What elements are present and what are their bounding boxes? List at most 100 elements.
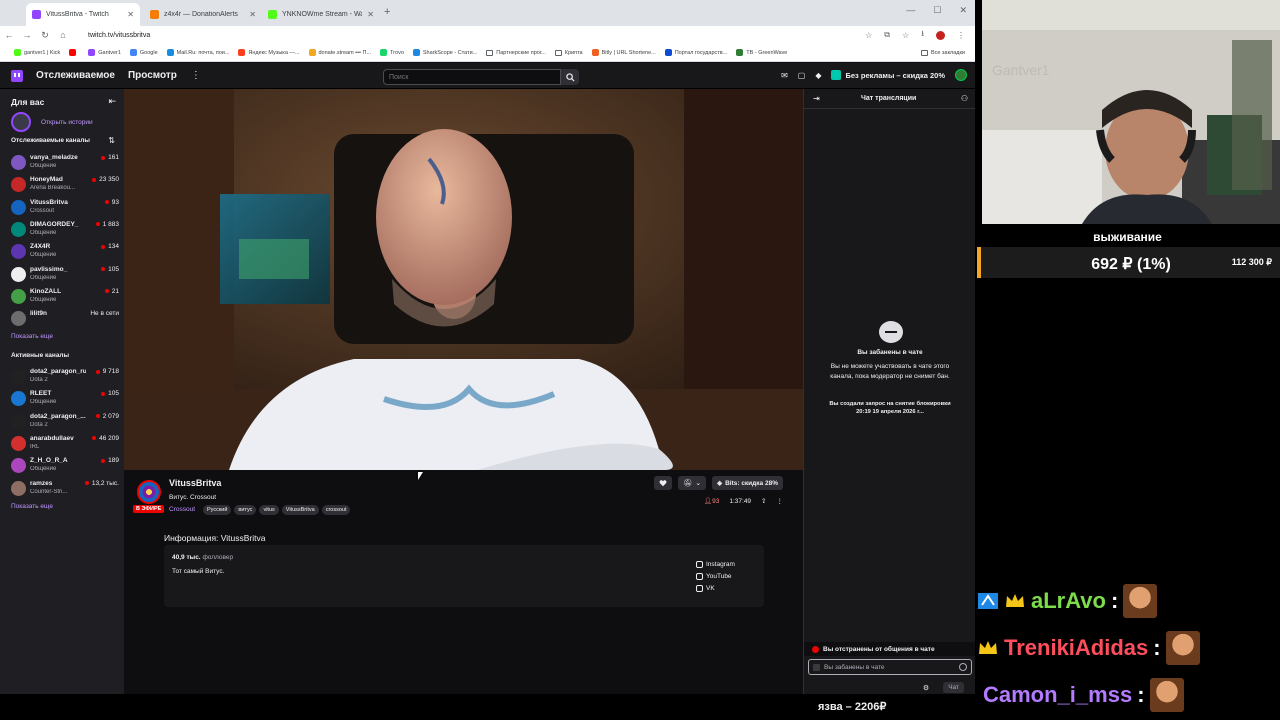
open-stories[interactable]: Открыть истории xyxy=(11,112,93,132)
minimize-icon[interactable]: — xyxy=(906,5,915,16)
sidebar-channel[interactable]: VitussBritva Crossout 93 xyxy=(11,198,119,220)
nav-following[interactable]: Отслеживаемое xyxy=(36,70,115,81)
follow-heart-button[interactable] xyxy=(654,476,673,490)
tag-chip[interactable]: витус xyxy=(234,505,257,515)
bookmark-label: Портал государств... xyxy=(674,49,728,56)
tag-chip[interactable]: Русский xyxy=(203,505,232,515)
bookmark-star-icon[interactable]: ☆ xyxy=(865,31,872,40)
overlay-chat-message: aLrAvo : xyxy=(977,583,1158,619)
bookmark-item[interactable] xyxy=(69,49,79,56)
instagram-link[interactable]: Instagram xyxy=(696,561,735,568)
menu-icon[interactable]: ⋮ xyxy=(957,31,965,40)
bookmark-item[interactable]: gantver1 | Kick xyxy=(14,49,60,56)
stream-title: Витус. Crossout xyxy=(169,494,217,501)
sidebar-channel[interactable]: DIMAGORDEY_ Общение 1 883 xyxy=(11,220,119,242)
inbox-icon[interactable]: ✉ xyxy=(781,71,788,80)
all-bookmarks-label: Все закладки xyxy=(930,49,965,56)
tag-chip[interactable]: VitussBritva xyxy=(281,505,319,515)
channel-name[interactable]: VitussBritva xyxy=(169,478,221,488)
bookmark-item[interactable]: SharkScope - Стати... xyxy=(412,49,477,56)
game-link[interactable]: Crossout xyxy=(169,506,195,513)
collapse-chat-icon[interactable]: ⇥ xyxy=(813,94,820,103)
reload-icon[interactable]: ↻ xyxy=(36,30,54,41)
bookmark-item[interactable]: Trovo xyxy=(380,49,404,56)
sidebar-channel[interactable]: HoneyMad Arena Breakou... 23 350 xyxy=(11,175,119,197)
bookmark-item[interactable]: Mail.Ru: почта, пои... xyxy=(166,49,229,56)
channel-avatar xyxy=(11,244,26,260)
sidebar-channel[interactable]: pavlissimo_ Общение 105 xyxy=(11,265,119,287)
search-input[interactable] xyxy=(383,69,561,85)
close-window-icon[interactable]: ✕ xyxy=(959,5,967,16)
search-button[interactable] xyxy=(561,69,579,85)
sidebar-channel[interactable]: RLEET Общение 105 xyxy=(11,389,119,411)
sidebar-channel[interactable]: lilit9n Не в сети xyxy=(11,309,119,331)
sidebar-channel[interactable]: vanya_meladze Общение 161 xyxy=(11,153,119,175)
youtube-link[interactable]: YouTube xyxy=(696,573,735,580)
chat-input[interactable]: Вы забанены в чате xyxy=(808,659,972,675)
bookmark-item[interactable]: Портал государств... xyxy=(664,49,728,56)
vk-link[interactable]: VK xyxy=(696,585,735,592)
more-menu-icon[interactable]: ⋮ xyxy=(191,70,201,81)
close-tab-icon[interactable]: ✕ xyxy=(127,10,134,19)
url-field[interactable]: twitch.tv/vitussbritva xyxy=(88,32,865,39)
banned-description: Вы не можете участвовать в чате этого ка… xyxy=(830,363,950,380)
sidebar-channel[interactable]: dota2_paragon_ru Dota 2 9 718 xyxy=(11,367,119,389)
all-bookmarks[interactable]: Все закладки xyxy=(920,49,965,56)
channel-name: Z_H_O_R_A xyxy=(30,457,68,465)
sidebar-channel[interactable]: dota2_paragon_... Dota 2 2 079 xyxy=(11,412,119,434)
chat-send-button[interactable]: Чат xyxy=(943,682,964,693)
bookmark-item[interactable]: Google xyxy=(129,49,158,56)
channel-avatar[interactable] xyxy=(137,480,161,504)
close-tab-icon[interactable]: ✕ xyxy=(249,10,256,19)
bookmark-item[interactable]: Яндекс Музыка —... xyxy=(238,49,300,56)
emote-picker-icon[interactable] xyxy=(959,663,967,671)
tag-chip[interactable]: crossout xyxy=(321,505,351,515)
new-tab-icon[interactable]: + xyxy=(384,6,390,18)
tab-donationalerts[interactable]: z4x4r — DonationAlerts ✕ xyxy=(144,3,262,26)
notifications-icon[interactable]: ◆ xyxy=(815,71,821,80)
bookmark-item[interactable]: Крипта xyxy=(554,49,583,56)
twitch-logo-icon[interactable] xyxy=(11,69,23,82)
collapse-sidebar-icon[interactable]: ⇤ xyxy=(108,96,116,107)
tab-twitch[interactable]: VitussBritva - Twitch ✕ xyxy=(26,3,140,26)
bookmark-favicon-icon xyxy=(238,49,246,56)
extensions-icon[interactable]: ⧉ xyxy=(884,30,890,40)
sidebar-channel[interactable]: Z_H_O_R_A Общение 189 xyxy=(11,456,119,478)
bits-discount-button[interactable]: ◈ Bits: скидка 28% xyxy=(712,476,783,490)
sidebar-channel[interactable]: anarabdullaev IRL 46 209 xyxy=(11,434,119,456)
viewer-count: 46 209 xyxy=(92,435,119,442)
bookmarks-icon[interactable]: ☆ xyxy=(902,31,909,40)
chat-users-icon[interactable]: ⚇ xyxy=(961,94,968,103)
notifications-toggle-button[interactable]: 🔕︎ ⌄ xyxy=(678,476,707,490)
bookmark-item[interactable]: Партнерские прог... xyxy=(486,49,546,56)
bookmark-item[interactable]: Gantver1 xyxy=(88,49,121,56)
sidebar-channel[interactable]: Z4X4R Общение 134 xyxy=(11,242,119,264)
tab-kick[interactable]: YNKNOWme Stream - Watch Li... ✕ xyxy=(262,3,380,26)
nav-browse[interactable]: Просмотр xyxy=(128,70,177,81)
bookmark-favicon-icon xyxy=(380,49,388,56)
bookmark-item[interactable]: donate.stream ••• П... xyxy=(308,49,371,56)
whispers-icon[interactable]: ▢ xyxy=(798,71,806,80)
profile-avatar-icon[interactable] xyxy=(936,30,945,40)
chat-settings-icon[interactable]: ⚙ xyxy=(923,684,929,692)
maximize-icon[interactable]: ☐ xyxy=(933,5,941,16)
share-icon[interactable]: ⇪ xyxy=(761,497,766,505)
more-options-icon[interactable]: ⋮ xyxy=(777,497,784,505)
sidebar-channel[interactable]: ramzes Counter-Stri... 13,2 тыс. xyxy=(11,479,119,501)
ad-free-promo[interactable]: Без рекламы – скидка 20% xyxy=(831,70,945,80)
show-more-followed[interactable]: Показать еще xyxy=(11,333,53,340)
show-more-active[interactable]: Показать еще xyxy=(11,503,53,510)
forward-icon[interactable]: → xyxy=(18,30,36,40)
tag-chip[interactable]: vitus xyxy=(259,505,279,515)
channel-category: Counter-Stri... xyxy=(30,488,68,495)
back-icon[interactable]: ← xyxy=(0,30,18,40)
sort-icon[interactable]: ⇅ xyxy=(108,136,115,145)
user-avatar[interactable] xyxy=(955,69,967,81)
home-icon[interactable]: ⌂ xyxy=(54,30,72,40)
bookmark-item[interactable]: Bitly | URL Shortene... xyxy=(591,49,656,56)
video-player[interactable] xyxy=(124,89,803,470)
downloads-icon[interactable]: ⭳ xyxy=(921,28,924,42)
bookmark-item[interactable]: TB - GreenWave xyxy=(736,49,787,56)
sidebar-channel[interactable]: KinoZALL Общение 21 xyxy=(11,287,119,309)
close-tab-icon[interactable]: ✕ xyxy=(367,10,374,19)
